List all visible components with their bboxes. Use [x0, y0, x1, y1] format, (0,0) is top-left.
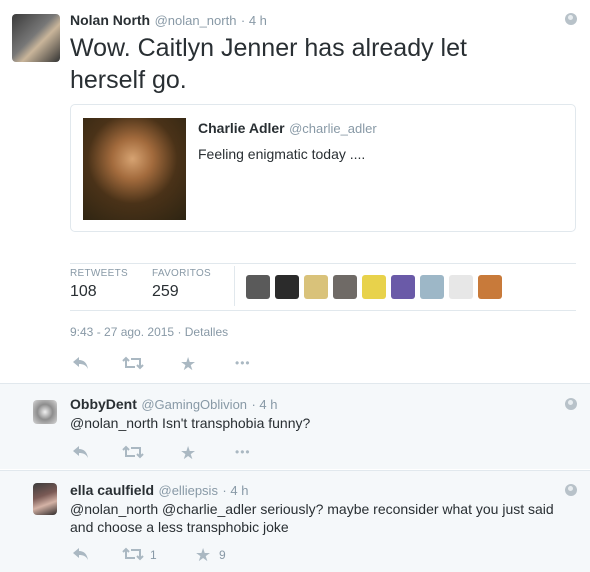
- reply-time[interactable]: · 4 h: [251, 397, 277, 412]
- tweet-header: Nolan North @nolan_north · 4 h: [70, 12, 267, 30]
- reply-icon[interactable]: [72, 546, 90, 566]
- favorites-stat[interactable]: FAVORITOS 259: [152, 268, 211, 301]
- reply-header: ella caulfield @elliepsis · 4 h: [70, 482, 248, 500]
- reply-author-name[interactable]: ObbyDent: [70, 396, 137, 412]
- quoted-tweet-text: Feeling enigmatic today ....: [198, 146, 366, 162]
- favoriter-avatar[interactable]: [275, 275, 299, 299]
- favoriter-avatar[interactable]: [449, 275, 473, 299]
- star-icon[interactable]: ★: [180, 354, 196, 375]
- quoted-tweet-image: [83, 118, 186, 220]
- favoriters-avatars: [246, 275, 507, 304]
- favoriter-avatar[interactable]: [246, 275, 270, 299]
- tweet-timestamp-row: 9:43 - 27 ago. 2015 · Detalles: [70, 325, 228, 339]
- retweet-icon[interactable]: [122, 546, 144, 566]
- details-link[interactable]: · Detalles: [177, 325, 228, 339]
- stats-divider-bottom: [70, 310, 576, 311]
- favoriter-avatar[interactable]: [391, 275, 415, 299]
- favoriter-avatar[interactable]: [420, 275, 444, 299]
- reply-tweet[interactable]: ella caulfield @elliepsis · 4 h @nolan_n…: [0, 470, 590, 572]
- stats-vertical-divider: [234, 266, 235, 306]
- reply-author-name[interactable]: ella caulfield: [70, 482, 154, 498]
- retweet-icon[interactable]: [122, 355, 144, 375]
- mention-link[interactable]: @nolan_north: [70, 415, 158, 431]
- stats-divider-top: [70, 263, 576, 264]
- reply-icon[interactable]: [72, 444, 90, 464]
- star-icon[interactable]: ★: [180, 443, 196, 464]
- reply-text: @nolan_north Isn't transphobia funny?: [70, 415, 310, 431]
- reply-author-avatar[interactable]: [33, 483, 57, 515]
- mention-link[interactable]: @nolan_north @charlie_adler: [70, 501, 256, 517]
- retweets-value: 108: [70, 283, 97, 300]
- main-tweet-actions: ★ •••: [70, 354, 370, 375]
- reply-time[interactable]: · 4 h: [222, 483, 248, 498]
- retweets-label: RETWEETS: [70, 268, 128, 279]
- retweet-count: 1: [150, 548, 157, 562]
- author-handle[interactable]: @nolan_north: [155, 13, 237, 28]
- tweet-text: Wow. Caitlyn Jenner has already let hers…: [70, 34, 467, 94]
- favorite-count: 9: [219, 548, 226, 562]
- quoted-tweet-card[interactable]: Charlie Adler @charlie_adler Feeling eni…: [70, 104, 576, 232]
- star-icon[interactable]: ★: [195, 545, 211, 566]
- globe-icon: [565, 398, 577, 410]
- reply-author-avatar[interactable]: [33, 400, 57, 424]
- reply-actions: 1 ★ 9: [70, 545, 370, 566]
- globe-icon: [565, 484, 577, 496]
- reply-icon[interactable]: [72, 355, 90, 375]
- reply-author-handle[interactable]: @GamingOblivion: [141, 397, 247, 412]
- more-icon[interactable]: •••: [235, 445, 251, 459]
- author-avatar[interactable]: [12, 14, 60, 62]
- quoted-author-name[interactable]: Charlie Adler: [198, 120, 285, 136]
- favoriter-avatar[interactable]: [304, 275, 328, 299]
- favoriter-avatar[interactable]: [333, 275, 357, 299]
- favoriter-avatar[interactable]: [478, 275, 502, 299]
- tweet-time[interactable]: · 4 h: [241, 13, 267, 28]
- retweets-stat[interactable]: RETWEETS 108: [70, 268, 128, 301]
- reply-tweet[interactable]: ObbyDent @GamingOblivion · 4 h @nolan_no…: [0, 383, 590, 469]
- quoted-author-handle[interactable]: @charlie_adler: [289, 121, 377, 136]
- reply-body: Isn't transphobia funny?: [158, 415, 311, 431]
- quoted-header: Charlie Adler @charlie_adler: [198, 120, 377, 138]
- retweet-icon[interactable]: [122, 444, 144, 464]
- reply-text: @nolan_north @charlie_adler seriously? m…: [70, 500, 570, 536]
- author-name[interactable]: Nolan North: [70, 12, 150, 28]
- reply-actions: ★ •••: [70, 443, 370, 464]
- favorites-label: FAVORITOS: [152, 268, 212, 279]
- reply-author-handle[interactable]: @elliepsis: [159, 483, 218, 498]
- tweet-timestamp[interactable]: 9:43 - 27 ago. 2015: [70, 325, 174, 339]
- reply-header: ObbyDent @GamingOblivion · 4 h: [70, 396, 278, 414]
- globe-icon: [565, 13, 577, 25]
- favorites-value: 259: [152, 283, 179, 300]
- favoriter-avatar[interactable]: [362, 275, 386, 299]
- more-icon[interactable]: •••: [235, 356, 251, 370]
